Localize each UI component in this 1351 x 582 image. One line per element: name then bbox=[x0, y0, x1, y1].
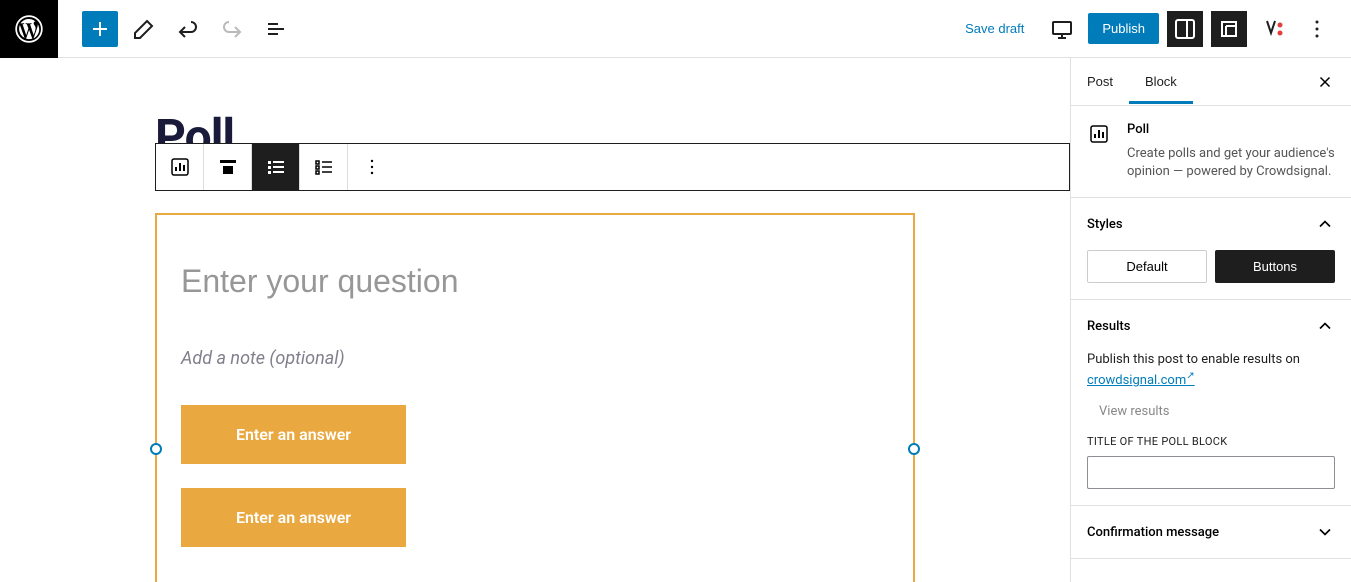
yoast-button[interactable] bbox=[1255, 11, 1291, 47]
results-panel-title: Results bbox=[1087, 319, 1130, 334]
align-button[interactable] bbox=[204, 144, 252, 190]
external-link-icon: ↗ bbox=[1186, 371, 1194, 382]
block-more-button[interactable] bbox=[348, 144, 396, 190]
block-description: Create polls and get your audience's opi… bbox=[1127, 145, 1335, 181]
wordpress-logo[interactable] bbox=[0, 0, 58, 58]
publish-button[interactable]: Publish bbox=[1088, 13, 1159, 44]
save-draft-button[interactable]: Save draft bbox=[953, 15, 1036, 42]
resize-handle-right[interactable] bbox=[908, 443, 920, 455]
view-results-link: View results bbox=[1087, 388, 1335, 435]
crowdsignal-link[interactable]: crowdsignal.com↗ bbox=[1087, 373, 1195, 388]
tools-button[interactable] bbox=[126, 11, 162, 47]
crowdsignal-button[interactable] bbox=[1211, 11, 1247, 47]
close-sidebar-button[interactable] bbox=[1307, 64, 1343, 100]
confirmation-panel-toggle[interactable]: Confirmation message bbox=[1071, 506, 1351, 558]
tab-post[interactable]: Post bbox=[1071, 60, 1129, 103]
style-buttons-button[interactable]: Buttons bbox=[1215, 250, 1335, 283]
poll-note-input[interactable]: Add a note (optional) bbox=[181, 348, 889, 369]
undo-button[interactable] bbox=[170, 11, 206, 47]
settings-toggle-button[interactable] bbox=[1167, 11, 1203, 47]
poll-title-label: TITLE OF THE POLL BLOCK bbox=[1087, 435, 1335, 448]
block-type-button[interactable] bbox=[156, 144, 204, 190]
document-overview-button[interactable] bbox=[258, 11, 294, 47]
results-panel-toggle[interactable]: Results bbox=[1071, 300, 1351, 352]
poll-answer-2[interactable]: Enter an answer bbox=[181, 488, 406, 547]
redo-button[interactable] bbox=[214, 11, 250, 47]
poll-block[interactable]: Add a note (optional) Enter an answer En… bbox=[155, 213, 915, 582]
list-style-active-button[interactable] bbox=[252, 144, 300, 190]
poll-answer-1[interactable]: Enter an answer bbox=[181, 405, 406, 464]
resize-handle-left[interactable] bbox=[150, 443, 162, 455]
options-button[interactable] bbox=[1299, 11, 1335, 47]
chevron-up-icon bbox=[1315, 316, 1335, 336]
tab-block[interactable]: Block bbox=[1129, 60, 1193, 103]
block-toolbar bbox=[155, 143, 1070, 191]
confirmation-panel-title: Confirmation message bbox=[1087, 525, 1219, 540]
preview-button[interactable] bbox=[1044, 11, 1080, 47]
poll-icon bbox=[1087, 122, 1111, 146]
results-text: Publish this post to enable results on bbox=[1087, 352, 1335, 367]
styles-panel-toggle[interactable]: Styles bbox=[1071, 198, 1351, 250]
add-block-button[interactable] bbox=[82, 11, 118, 47]
block-name: Poll bbox=[1127, 122, 1335, 137]
styles-panel-title: Styles bbox=[1087, 217, 1123, 232]
poll-question-input[interactable] bbox=[181, 263, 889, 300]
list-style-button[interactable] bbox=[300, 144, 348, 190]
chevron-down-icon bbox=[1315, 522, 1335, 542]
style-default-button[interactable]: Default bbox=[1087, 250, 1207, 283]
chevron-up-icon bbox=[1315, 214, 1335, 234]
poll-title-input[interactable] bbox=[1087, 456, 1335, 489]
